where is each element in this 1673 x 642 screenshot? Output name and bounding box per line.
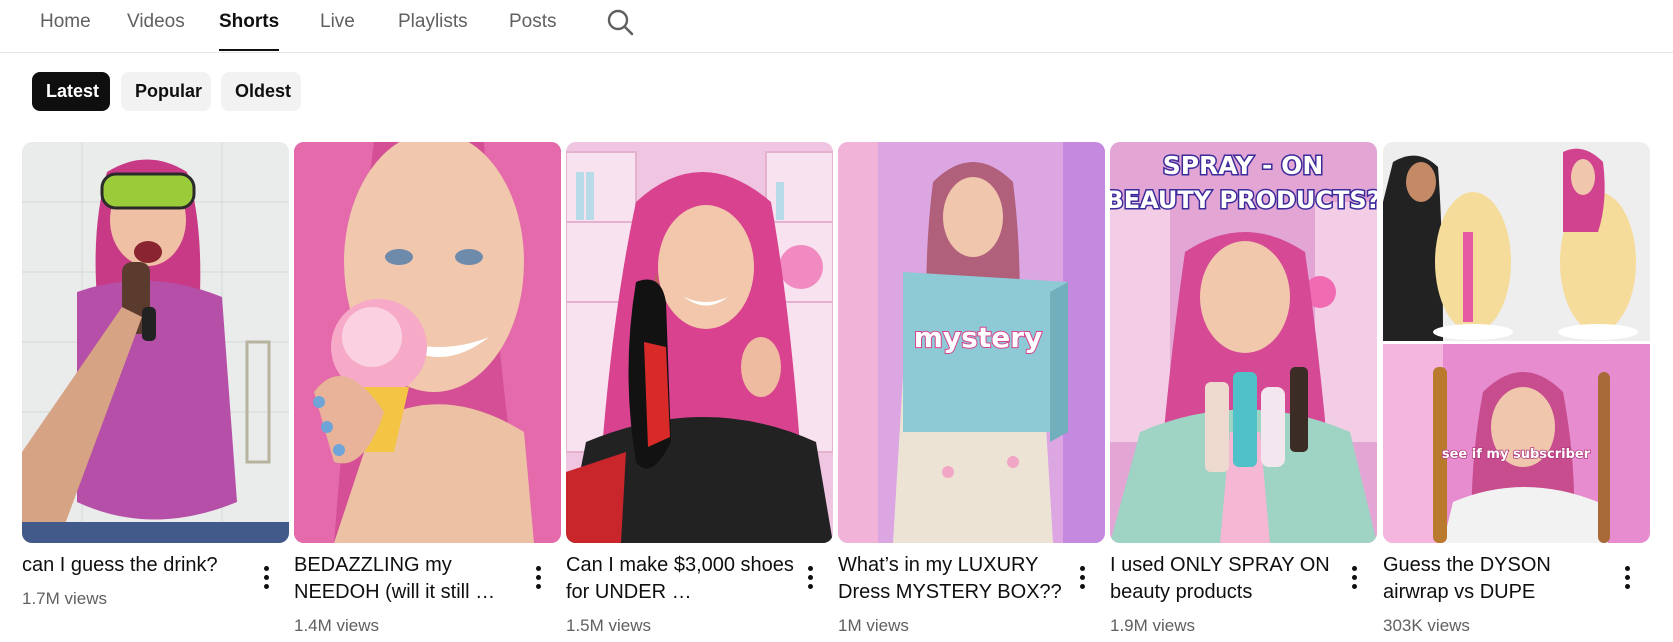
filter-chip-oldest[interactable]: Oldest — [221, 72, 301, 111]
short-title[interactable]: Guess the DYSON airwrap vs DUPE — [1383, 552, 1611, 606]
more-actions-icon[interactable] — [1070, 562, 1094, 598]
tab-posts[interactable]: Posts — [509, 0, 557, 52]
more-actions-icon[interactable] — [254, 562, 278, 598]
thumbnail-image — [566, 142, 833, 543]
short-thumbnail[interactable] — [566, 142, 833, 543]
tab-home[interactable]: Home — [40, 0, 91, 52]
tab-videos[interactable]: Videos — [127, 0, 185, 52]
short-views: 1M views — [838, 616, 909, 635]
short-title[interactable]: can I guess the drink? — [22, 552, 250, 579]
short-thumbnail[interactable]: see if my subscriber — [1383, 142, 1650, 543]
short-thumbnail[interactable] — [294, 142, 561, 543]
tab-live[interactable]: Live — [320, 0, 355, 52]
short-thumbnail[interactable] — [22, 142, 289, 543]
subscriber-caption: see if my subscriber — [1442, 447, 1591, 462]
short-thumbnail[interactable]: mystery — [838, 142, 1105, 543]
search-icon[interactable] — [606, 8, 634, 36]
filter-chip-popular[interactable]: Popular — [121, 72, 211, 111]
spray-headline-2: BEAUTY PRODUCTS? — [1110, 186, 1377, 214]
short-title[interactable]: BEDAZZLING my NEEDOH (will it still … — [294, 552, 522, 606]
more-actions-icon[interactable] — [526, 562, 550, 598]
thumbnail-image — [22, 142, 289, 543]
spray-headline-1: SPRAY - ON — [1163, 151, 1324, 180]
filter-chip-latest[interactable]: Latest — [32, 72, 110, 111]
thumbnail-image: see if my subscriber — [1383, 142, 1650, 543]
tab-shorts[interactable]: Shorts — [219, 0, 280, 52]
short-views: 1.4M views — [294, 616, 380, 635]
more-actions-icon[interactable] — [798, 562, 822, 598]
mystery-label: mystery — [914, 321, 1043, 354]
short-views: 1.7M views — [22, 589, 108, 608]
short-title[interactable]: Can I make $3,000 shoes for UNDER … — [566, 552, 794, 606]
more-actions-icon[interactable] — [1615, 562, 1639, 598]
tab-playlists[interactable]: Playlists — [398, 0, 468, 52]
thumbnail-image — [294, 142, 561, 543]
short-title[interactable]: I used ONLY SPRAY ON beauty products — [1110, 552, 1338, 606]
short-views: 1.5M views — [566, 616, 652, 635]
short-thumbnail[interactable]: SPRAY - ON BEAUTY PRODUCTS? — [1110, 142, 1377, 543]
more-actions-icon[interactable] — [1342, 562, 1366, 598]
short-views: 303K views — [1383, 616, 1470, 635]
thumbnail-image: SPRAY - ON BEAUTY PRODUCTS? — [1110, 142, 1377, 543]
short-title[interactable]: What’s in my LUXURY Dress MYSTERY BOX?? — [838, 552, 1066, 606]
channel-tabs: Home Videos Shorts Live Playlists Posts — [0, 0, 1673, 53]
short-views: 1.9M views — [1110, 616, 1196, 635]
thumbnail-image: mystery — [838, 142, 1105, 543]
